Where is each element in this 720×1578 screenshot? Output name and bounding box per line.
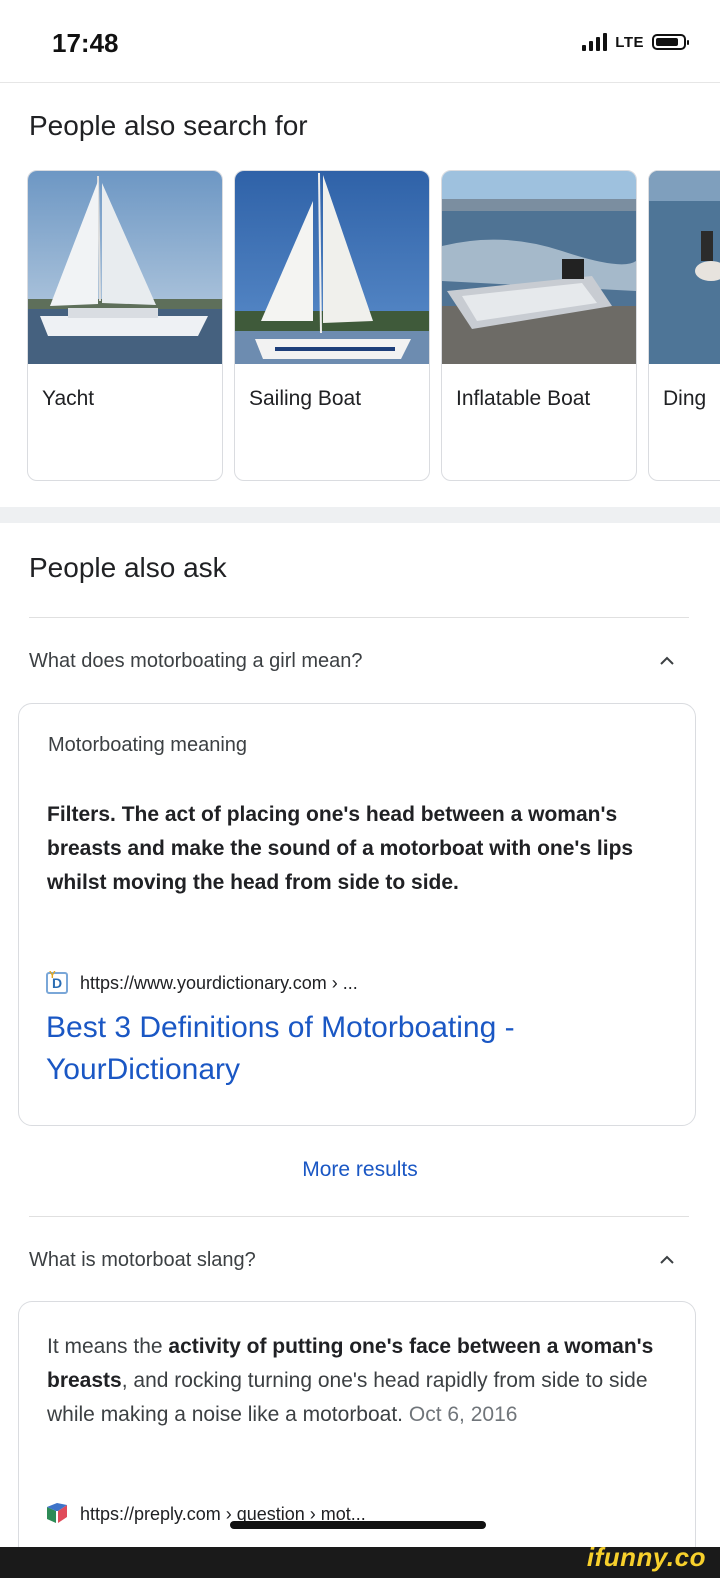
- battery-icon: [652, 34, 689, 50]
- network-label: LTE: [615, 33, 644, 51]
- divider: [29, 617, 689, 618]
- signal-icon: [582, 33, 608, 51]
- watermark-logo: ifunny.co: [586, 1542, 706, 1572]
- paa-question-2[interactable]: What is motorboat slang?: [29, 1249, 256, 1272]
- source-url: https://www.yourdictionary.com › ...: [80, 972, 358, 993]
- yacht-image: [28, 171, 222, 364]
- search-card-inflatable-boat[interactable]: Inflatable Boat: [441, 170, 637, 481]
- chevron-up-icon[interactable]: [660, 1253, 674, 1267]
- status-time: 17:48: [52, 28, 119, 58]
- sailing-boat-image: [235, 171, 429, 364]
- inflatable-boat-image: [442, 171, 636, 364]
- answer-text: Filters. The act of placing one's head b…: [47, 803, 634, 894]
- search-card-label: Sailing Boat: [249, 387, 362, 410]
- search-card-label: Ding: [663, 387, 707, 410]
- answer-date: Oct 6, 2016: [408, 1403, 518, 1426]
- source-row[interactable]: https://www.yourdictionary.com › ...: [46, 970, 358, 994]
- yourdictionary-favicon-icon: [46, 970, 68, 994]
- search-card-sailing-boat[interactable]: Sailing Boat: [234, 170, 430, 481]
- status-bar: 17:48 LTE: [0, 0, 720, 83]
- divider: [29, 1216, 689, 1217]
- home-indicator[interactable]: [230, 1521, 486, 1529]
- search-card-dinghy[interactable]: Ding: [648, 170, 720, 481]
- more-results-link[interactable]: More results: [0, 1158, 720, 1182]
- result-title-link[interactable]: Best 3 Definitions of Motorboating - You…: [46, 1007, 666, 1091]
- status-icons: LTE: [582, 33, 689, 51]
- dinghy-image: [649, 171, 720, 364]
- people-also-ask-title: People also ask: [29, 552, 227, 583]
- people-also-search-title: People also search for: [29, 110, 308, 141]
- answer-text-suffix: , and rocking turning one's head rapidly…: [47, 1369, 648, 1426]
- people-also-search-carousel[interactable]: Yacht Sailing Boat Inflatable Boat Ding: [27, 170, 720, 482]
- chevron-up-icon[interactable]: [660, 654, 674, 668]
- section-divider: [0, 507, 720, 523]
- search-card-yacht[interactable]: Yacht: [27, 170, 223, 481]
- search-card-label: Inflatable Boat: [456, 387, 591, 410]
- answer-card-1: Motorboating meaning Filters. The act of…: [18, 703, 696, 1126]
- preply-favicon-icon: [47, 1503, 67, 1523]
- search-card-label: Yacht: [42, 387, 95, 410]
- paa-question-1[interactable]: What does motorboating a girl mean?: [29, 650, 363, 673]
- answer-text-prefix: It means the: [47, 1335, 169, 1358]
- answer-heading: Motorboating meaning: [48, 734, 248, 756]
- answer-text: It means the activity of putting one's f…: [47, 1330, 677, 1432]
